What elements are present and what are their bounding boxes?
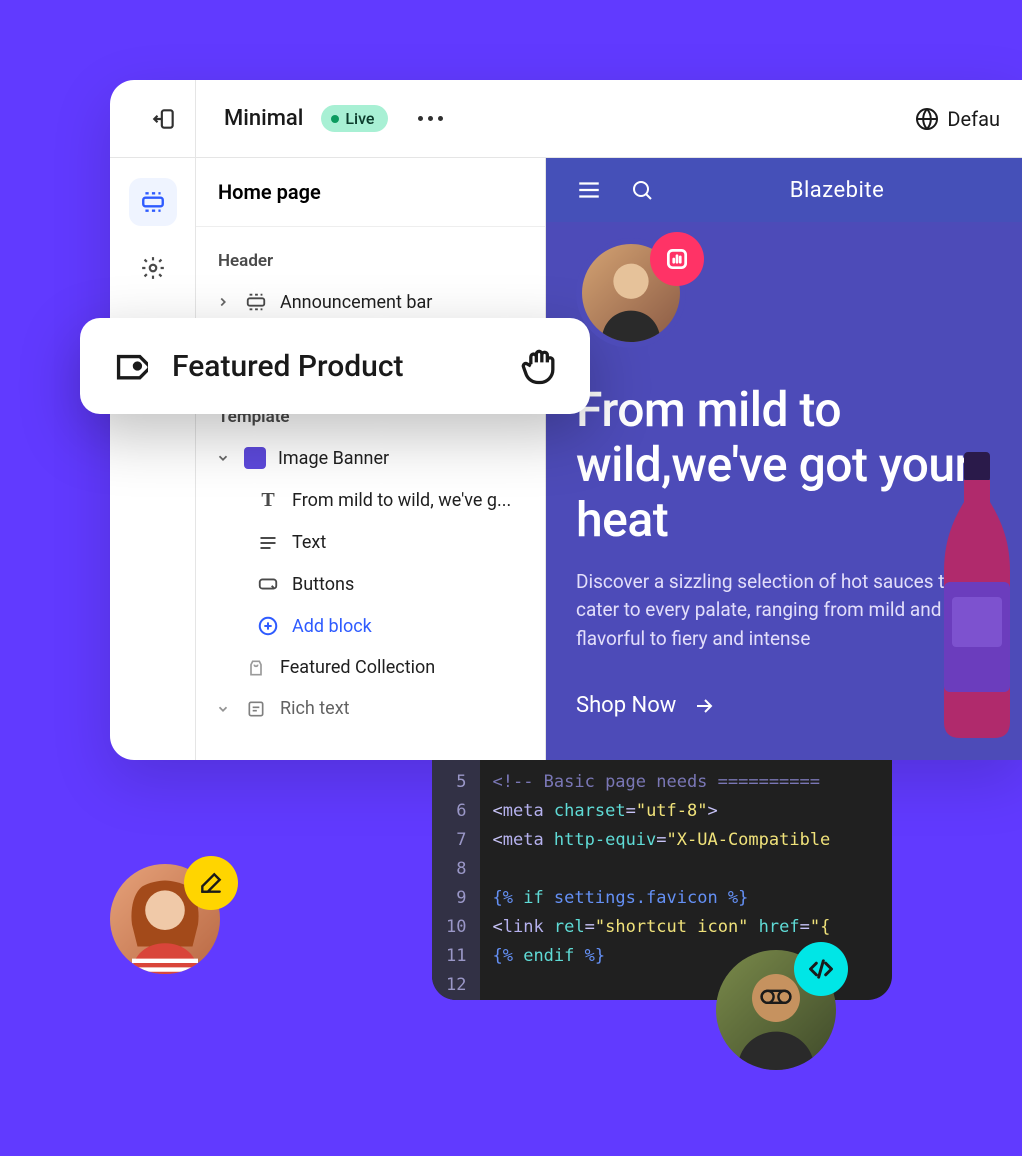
tree-label: Rich text — [280, 698, 350, 719]
code-gutter: 5 6 7 8 9 10 11 12 13 — [432, 760, 480, 1000]
bar-chart-icon — [664, 246, 690, 272]
chevron-right-icon — [216, 295, 230, 309]
code-badge — [794, 942, 848, 996]
tree-label: Text — [292, 532, 326, 553]
sidebar-add-block-button[interactable]: Add block — [196, 605, 545, 647]
sidebar-item-announcement-bar[interactable]: Announcement bar — [196, 281, 545, 323]
arrow-right-icon — [692, 694, 716, 718]
heading-icon: T — [256, 489, 280, 512]
floating-card-title: Featured Product — [172, 349, 494, 384]
device-selector[interactable]: Defau — [915, 107, 1000, 131]
collaborator-avatar-1 — [576, 238, 686, 348]
sections-sidebar: Home page Header Announcement bar Templa… — [196, 158, 546, 760]
status-label: Live — [345, 109, 374, 128]
exit-button[interactable] — [132, 80, 196, 157]
tree-label: Add block — [292, 616, 372, 637]
tree-label: Buttons — [292, 574, 354, 595]
theme-editor-window: Minimal Live Defau Home page Header — [110, 80, 1022, 760]
product-bottle-graphic — [932, 452, 1022, 742]
gear-icon — [140, 255, 166, 281]
hamburger-icon[interactable] — [576, 177, 602, 203]
device-label: Defau — [947, 107, 1000, 131]
hero-body: Discover a sizzling selection of hot sau… — [576, 568, 992, 654]
floating-section-card[interactable]: Featured Product — [80, 318, 590, 414]
grab-hand-icon[interactable] — [518, 344, 562, 388]
sidebar-item-rich-text[interactable]: Rich text — [196, 688, 545, 729]
edit-badge — [184, 856, 238, 910]
button-icon — [257, 573, 279, 595]
text-lines-icon — [258, 533, 278, 553]
rail-sections-button[interactable] — [129, 178, 177, 226]
chevron-down-icon — [216, 451, 230, 465]
sidebar-item-heading-block[interactable]: T From mild to wild, we've g... — [196, 479, 545, 522]
theme-name: Minimal — [224, 106, 303, 131]
tree-label: Announcement bar — [280, 292, 432, 313]
page-title[interactable]: Home page — [196, 158, 545, 227]
storefront-header: Blazebite — [546, 158, 1022, 222]
exit-icon — [151, 106, 177, 132]
section-icon — [245, 291, 267, 313]
banner-thumbnail-icon — [244, 447, 266, 469]
rich-text-icon — [246, 699, 266, 719]
collection-icon — [246, 658, 266, 678]
chevron-down-icon — [216, 702, 230, 716]
status-dot-icon — [331, 115, 339, 123]
collaborator-avatar-3 — [716, 950, 836, 1070]
hero-cta-button[interactable]: Shop Now — [576, 693, 716, 718]
sections-icon — [140, 189, 166, 215]
editor-topbar: Minimal Live Defau — [110, 80, 1022, 158]
analytics-badge — [650, 232, 704, 286]
globe-icon — [915, 107, 939, 131]
tree-label: Image Banner — [278, 448, 389, 469]
sidebar-item-text-block[interactable]: Text — [196, 522, 545, 563]
status-pill: Live — [321, 105, 388, 132]
more-menu-button[interactable] — [418, 116, 443, 121]
search-icon[interactable] — [630, 178, 654, 202]
storefront-brand: Blazebite — [682, 178, 992, 203]
editor-body: Home page Header Announcement bar Templa… — [110, 158, 1022, 760]
sidebar-item-buttons-block[interactable]: Buttons — [196, 563, 545, 605]
rail-settings-button[interactable] — [129, 244, 177, 292]
price-tag-icon — [108, 346, 148, 386]
hero-banner: From mild to wild,we've got your heat Di… — [546, 382, 1022, 748]
sidebar-item-image-banner[interactable]: Image Banner — [196, 437, 545, 479]
code-icon — [807, 955, 835, 983]
tree-label: From mild to wild, we've g... — [292, 490, 511, 511]
hero-heading: From mild to wild,we've got your heat — [576, 382, 992, 548]
pencil-icon — [198, 870, 224, 896]
left-rail — [110, 158, 196, 760]
plus-circle-icon — [257, 615, 279, 637]
header-section-label: Header — [196, 227, 545, 281]
collaborator-avatar-2 — [110, 864, 220, 974]
cta-label: Shop Now — [576, 693, 676, 718]
tree-label: Featured Collection — [280, 657, 435, 678]
sidebar-item-featured-collection[interactable]: Featured Collection — [196, 647, 545, 688]
